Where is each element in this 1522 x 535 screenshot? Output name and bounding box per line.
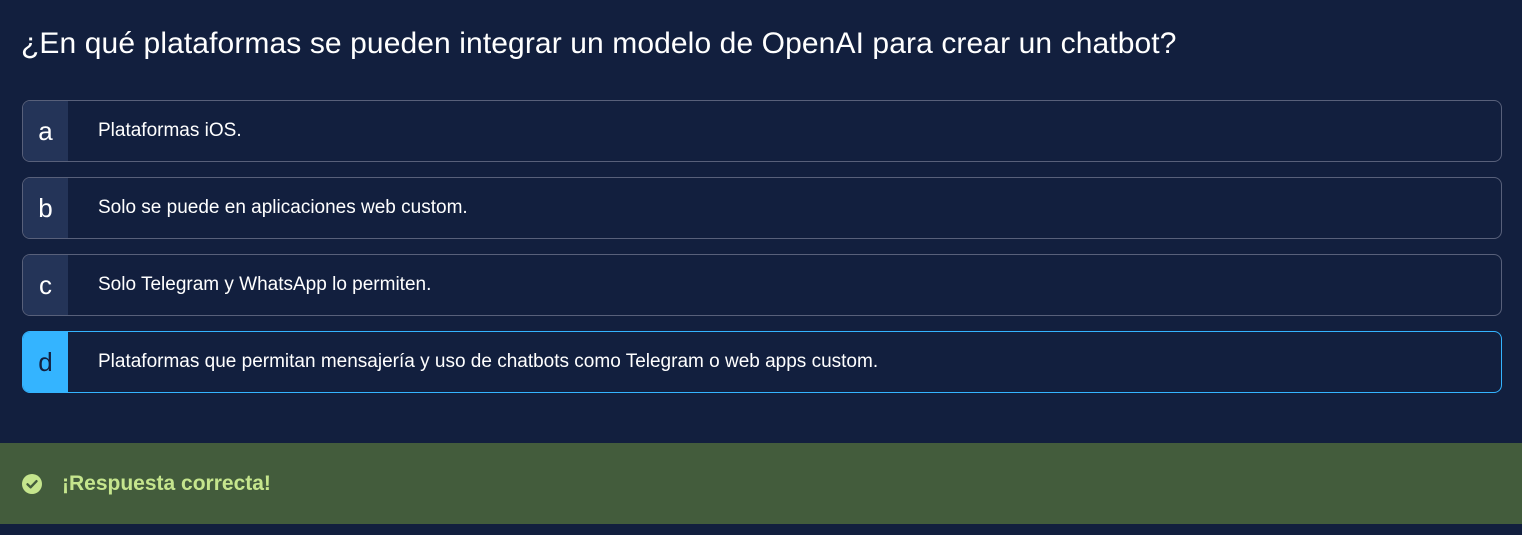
question-title: ¿En qué plataformas se pueden integrar u… xyxy=(21,27,1177,60)
option-text: Plataformas iOS. xyxy=(98,120,242,141)
option-letter: b xyxy=(23,178,68,238)
quiz-page: ¿En qué plataformas se pueden integrar u… xyxy=(0,0,1522,535)
option-text: Solo Telegram y WhatsApp lo permiten. xyxy=(98,274,432,295)
answer-option-b[interactable]: b Solo se puede en aplicaciones web cust… xyxy=(22,177,1502,239)
option-letter: c xyxy=(23,255,68,315)
answer-options: a Plataformas iOS. b Solo se puede en ap… xyxy=(22,100,1502,408)
option-text: Solo se puede en aplicaciones web custom… xyxy=(98,197,468,218)
option-text: Plataformas que permitan mensajería y us… xyxy=(98,351,879,372)
answer-option-a[interactable]: a Plataformas iOS. xyxy=(22,100,1502,162)
option-letter: d xyxy=(23,332,68,392)
feedback-banner: ¡Respuesta correcta! xyxy=(0,443,1522,524)
check-circle-icon xyxy=(22,473,42,494)
answer-option-c[interactable]: c Solo Telegram y WhatsApp lo permiten. xyxy=(22,254,1502,316)
option-letter: a xyxy=(23,101,68,161)
feedback-message: ¡Respuesta correcta! xyxy=(62,471,271,495)
answer-option-d[interactable]: d Plataformas que permitan mensajería y … xyxy=(22,331,1502,393)
